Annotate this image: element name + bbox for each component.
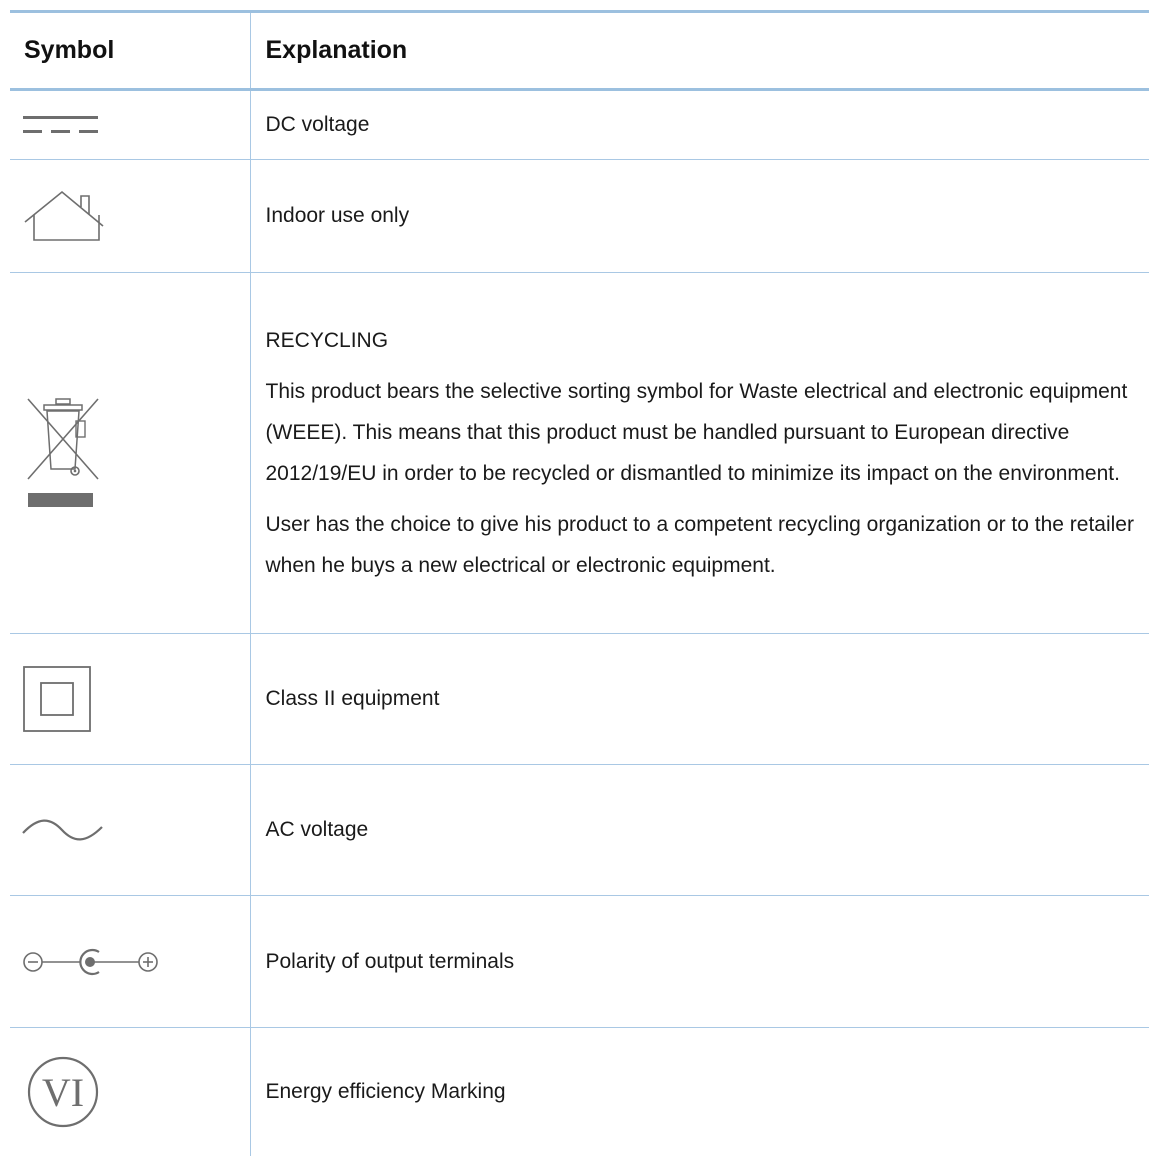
table-row: RECYCLING This product bears the selecti… — [10, 273, 1149, 634]
row-explanation: DC voltage — [250, 90, 1149, 160]
symbol-table: Symbol Explanation DC voltage — [10, 10, 1149, 1156]
header-row: Symbol Explanation — [10, 12, 1149, 90]
recycling-paragraph: User has the choice to give his product … — [266, 504, 1149, 586]
ac-voltage-icon — [20, 815, 250, 845]
energy-efficiency-icon: VI — [20, 1054, 250, 1130]
table-row: DC voltage — [10, 90, 1149, 160]
table-row: VI Energy efficiency Marking — [10, 1028, 1149, 1156]
row-explanation: Polarity of output terminals — [250, 896, 1149, 1028]
row-explanation: Indoor use only — [250, 160, 1149, 273]
crossed-bin-icon — [20, 393, 250, 513]
class-ii-icon — [20, 663, 250, 735]
row-explanation: AC voltage — [250, 765, 1149, 896]
house-icon — [20, 188, 250, 244]
explanation-column-header: Explanation — [250, 12, 1149, 90]
energy-efficiency-label: VI — [42, 1070, 84, 1115]
table-row: AC voltage — [10, 765, 1149, 896]
polarity-icon — [20, 946, 250, 978]
table-row: Polarity of output terminals — [10, 896, 1149, 1028]
symbol-column-header: Symbol — [10, 12, 250, 90]
row-explanation: Energy efficiency Marking — [250, 1028, 1149, 1156]
table-row: Class II equipment — [10, 634, 1149, 765]
table-row: Indoor use only — [10, 160, 1149, 273]
recycling-heading: RECYCLING — [266, 321, 1149, 361]
row-explanation: Class II equipment — [250, 634, 1149, 765]
recycling-paragraph: This product bears the selective sorting… — [266, 371, 1149, 494]
dc-voltage-icon — [20, 113, 250, 137]
